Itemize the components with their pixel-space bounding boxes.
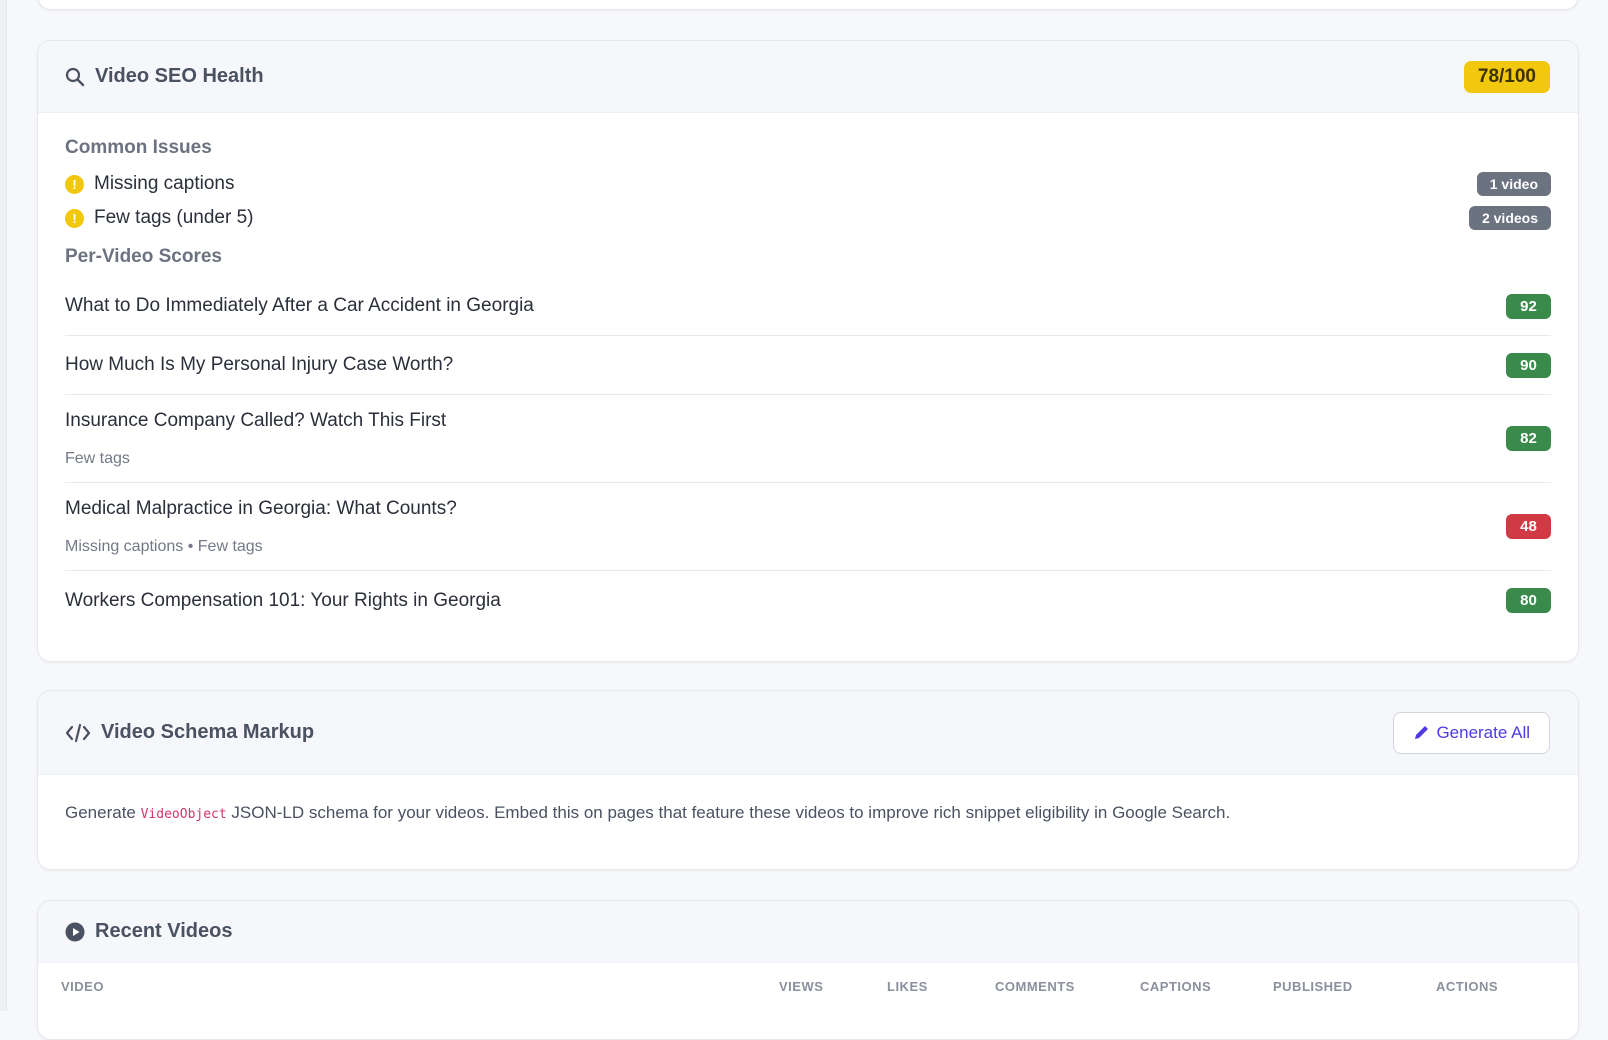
schema-card-title: Video Schema Markup	[65, 721, 314, 744]
play-circle-icon	[65, 922, 85, 941]
col-views[interactable]: VIEWS	[779, 979, 823, 994]
video-score-badge: 90	[1506, 352, 1551, 378]
issue-row: ! Few tags (under 5) 2 videos	[65, 201, 1551, 235]
col-captions[interactable]: CAPTIONS	[1140, 979, 1211, 994]
left-rail	[0, 0, 7, 1011]
video-score-text: Medical Malpractice in Georgia: What Cou…	[65, 498, 457, 556]
video-title[interactable]: How Much Is My Personal Injury Case Wort…	[65, 354, 453, 376]
video-score-badge: 48	[1506, 514, 1551, 539]
video-title[interactable]: Workers Compensation 101: Your Rights in…	[65, 590, 501, 612]
schema-type-code: VideoObject	[140, 807, 227, 822]
schema-desc-before: Generate	[65, 803, 141, 822]
recent-videos-card: Recent Videos VIDEO VIEWS LIKES COMMENTS…	[37, 900, 1579, 1040]
schema-desc-after: JSON-LD schema for your videos. Embed th…	[226, 803, 1231, 822]
video-title[interactable]: What to Do Immediately After a Car Accid…	[65, 295, 534, 317]
seo-title-text: Video SEO Health	[95, 65, 264, 87]
col-actions[interactable]: ACTIONS	[1436, 979, 1498, 994]
schema-card-header: Video Schema Markup Generate All	[38, 691, 1578, 775]
seo-card-header: Video SEO Health 78/100	[38, 41, 1578, 113]
recent-card-header: Recent Videos	[38, 901, 1578, 963]
warning-icon: !	[65, 208, 84, 228]
warning-icon: !	[65, 174, 84, 194]
video-score-row: Insurance Company Called? Watch This Fir…	[65, 395, 1551, 483]
issue-count-badge: 1 video	[1476, 172, 1551, 196]
recent-title-text: Recent Videos	[95, 920, 233, 942]
video-issue-summary: Few tags	[65, 449, 130, 467]
video-score-text: Workers Compensation 101: Your Rights in…	[65, 590, 501, 612]
code-icon	[65, 723, 91, 742]
per-video-scores-list: What to Do Immediately After a Car Accid…	[65, 277, 1551, 630]
video-score-row: How Much Is My Personal Injury Case Wort…	[65, 336, 1551, 395]
issue-count-badge: 2 videos	[1468, 206, 1551, 230]
seo-card-title: Video SEO Health	[65, 65, 264, 88]
col-likes[interactable]: LIKES	[887, 979, 928, 994]
video-score-badge: 92	[1506, 293, 1551, 319]
video-score-row: Medical Malpractice in Georgia: What Cou…	[65, 483, 1551, 571]
video-issue-summary: Missing captions • Few tags	[65, 537, 263, 555]
issue-left: ! Few tags (under 5)	[65, 207, 253, 229]
schema-title-text: Video Schema Markup	[101, 721, 315, 743]
generate-all-button[interactable]: Generate All	[1393, 711, 1550, 754]
issue-label: Missing captions	[94, 173, 235, 194]
video-score-text: What to Do Immediately After a Car Accid…	[65, 295, 534, 317]
video-title[interactable]: Medical Malpractice in Georgia: What Cou…	[65, 498, 457, 520]
video-score-badge: 82	[1506, 426, 1551, 451]
schema-description: Generate VideoObject JSON-LD schema for …	[38, 775, 1578, 823]
video-score-text: How Much Is My Personal Injury Case Wort…	[65, 354, 453, 376]
generate-all-label: Generate All	[1436, 722, 1530, 742]
issue-row: ! Missing captions 1 video	[65, 167, 1551, 201]
seo-card-body: Common Issues ! Missing captions 1 video! F…	[38, 113, 1578, 630]
video-score-badge: 80	[1506, 588, 1551, 613]
common-issues-title: Common Issues	[65, 137, 212, 158]
col-comments[interactable]: COMMENTS	[995, 979, 1075, 994]
video-title[interactable]: Insurance Company Called? Watch This Fir…	[65, 410, 446, 432]
issue-left: ! Missing captions	[65, 173, 234, 195]
col-video[interactable]: VIDEO	[61, 979, 104, 994]
previous-card	[37, 0, 1579, 10]
video-schema-markup-card: Video Schema Markup Generate All Generat…	[37, 690, 1579, 870]
video-seo-health-card: Video SEO Health 78/100 Common Issues ! M…	[37, 40, 1579, 662]
overall-score-badge: 78/100	[1463, 60, 1550, 93]
search-icon	[65, 67, 85, 86]
col-published[interactable]: PUBLISHED	[1273, 979, 1353, 994]
per-video-scores-title: Per-Video Scores	[65, 246, 223, 267]
recent-card-title: Recent Videos	[65, 920, 232, 943]
video-score-row: What to Do Immediately After a Car Accid…	[65, 277, 1551, 336]
video-score-text: Insurance Company Called? Watch This Fir…	[65, 410, 446, 468]
issue-label: Few tags (under 5)	[94, 207, 254, 228]
issues-list: ! Missing captions 1 video! Few tags (under…	[65, 167, 1551, 235]
pencil-icon	[1415, 726, 1429, 739]
video-score-row: Workers Compensation 101: Your Rights in…	[65, 571, 1551, 630]
